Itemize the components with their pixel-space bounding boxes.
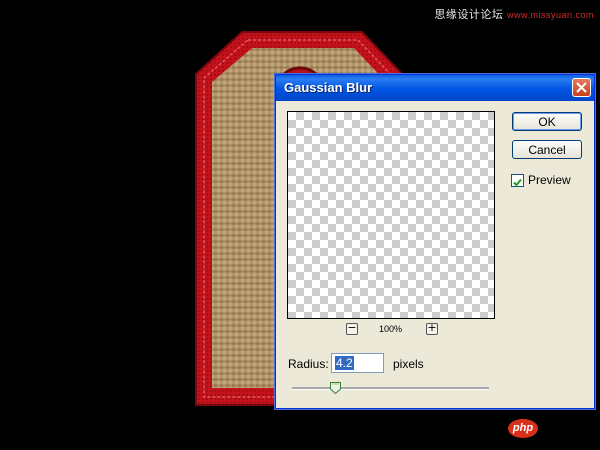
preview-checkbox[interactable] bbox=[511, 174, 524, 187]
preview-label: Preview bbox=[528, 173, 571, 187]
radius-slider-thumb[interactable] bbox=[329, 382, 341, 394]
ok-button[interactable]: OK bbox=[512, 112, 582, 131]
zoom-in-button[interactable]: + bbox=[426, 321, 438, 335]
radius-unit-label: pixels bbox=[393, 357, 424, 371]
close-button[interactable] bbox=[572, 78, 591, 97]
radius-label: Radius: bbox=[288, 357, 329, 371]
gaussian-blur-dialog: Gaussian Blur OK Cancel Preview − 100% +… bbox=[275, 74, 595, 409]
dialog-titlebar[interactable]: Gaussian Blur bbox=[276, 75, 594, 101]
cancel-button[interactable]: Cancel bbox=[512, 140, 582, 159]
dialog-title: Gaussian Blur bbox=[284, 80, 373, 95]
minus-icon: − bbox=[347, 321, 357, 334]
preview-area[interactable] bbox=[287, 111, 495, 319]
radius-value: 4.2 bbox=[335, 356, 354, 370]
checkmark-icon bbox=[513, 178, 522, 187]
watermark: 思缘设计论坛 www.missyuan.com bbox=[434, 6, 594, 22]
plus-icon: + bbox=[427, 321, 437, 334]
php-logo-text: php bbox=[512, 422, 534, 434]
zoom-level: 100% bbox=[379, 324, 403, 334]
radius-slider-track[interactable] bbox=[292, 387, 489, 390]
close-icon bbox=[576, 82, 587, 93]
watermark-url: www.missyuan.com bbox=[506, 10, 594, 20]
watermark-brand: 思缘设计论坛 bbox=[434, 9, 504, 21]
php-logo: php bbox=[508, 419, 538, 438]
zoom-out-button[interactable]: − bbox=[346, 321, 358, 335]
radius-input[interactable]: 4.2 bbox=[331, 353, 384, 373]
